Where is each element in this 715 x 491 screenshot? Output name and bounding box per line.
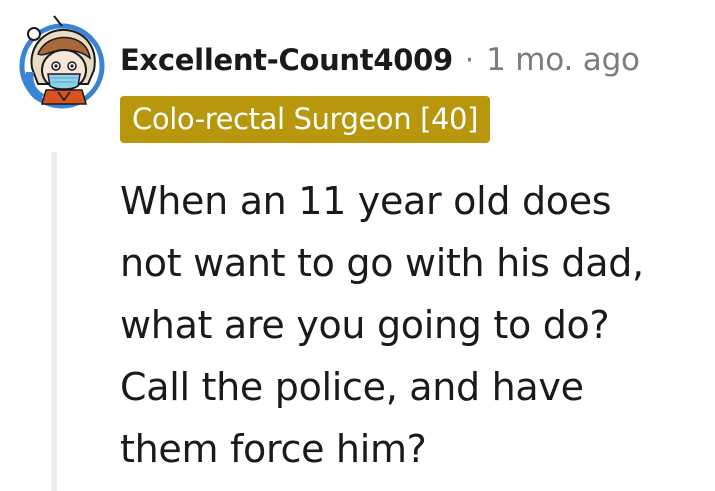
avatar[interactable] bbox=[14, 14, 110, 110]
comment-body-line: them force him? bbox=[120, 427, 427, 471]
comment: Excellent-Count4009 · 1 mo. ago Colo-rec… bbox=[0, 0, 715, 491]
comment-timestamp[interactable]: 1 mo. ago bbox=[486, 42, 640, 78]
comment-meta: Excellent-Count4009 · 1 mo. ago bbox=[120, 38, 640, 82]
comment-body-line: Call the police, and have bbox=[120, 365, 584, 409]
meta-separator: · bbox=[464, 43, 475, 77]
comment-body: When an 11 year old does not want to go … bbox=[120, 170, 700, 480]
comment-body-line: not want to go with his dad, bbox=[120, 241, 644, 285]
comment-body-line: what are you going to do? bbox=[120, 303, 610, 347]
author-username[interactable]: Excellent-Count4009 bbox=[120, 43, 453, 77]
snoo-avatar-icon bbox=[19, 15, 105, 109]
comment-body-line: When an 11 year old does bbox=[120, 179, 612, 223]
thread-collapse-line[interactable] bbox=[51, 152, 57, 491]
user-flair-badge: Colo-rectal Surgeon [40] bbox=[120, 96, 491, 143]
